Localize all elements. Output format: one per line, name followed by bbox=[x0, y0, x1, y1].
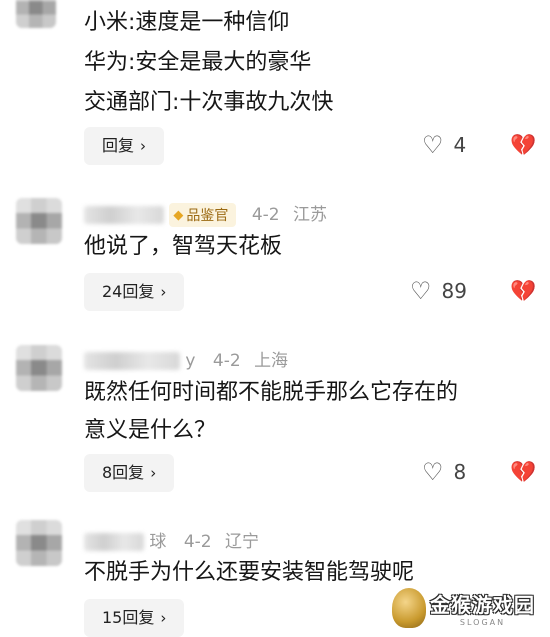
reply-label: 24回复 bbox=[102, 282, 155, 301]
avatar[interactable] bbox=[16, 520, 62, 566]
comment-text-line-3: 交通部门:十次事故九次快 bbox=[84, 90, 334, 115]
like-button[interactable]: ♡ 4 bbox=[422, 133, 466, 157]
status-badge: ◆ 品鉴官 bbox=[169, 203, 237, 227]
broken-heart-icon[interactable]: 💔 bbox=[510, 281, 536, 302]
chevron-right-icon: › bbox=[160, 283, 167, 301]
comment-text: 不脱手为什么还要安装智能驾驶呢 bbox=[84, 560, 415, 585]
comment-date: 4-2 bbox=[251, 205, 280, 225]
heart-outline-icon: ♡ bbox=[422, 458, 444, 486]
chevron-right-icon: › bbox=[140, 137, 147, 155]
like-button[interactable]: ♡ 89 bbox=[410, 279, 467, 303]
comment-date: 4-2 bbox=[212, 351, 241, 371]
comment-text-line-1: 小米:速度是一种信仰 bbox=[84, 10, 290, 35]
avatar[interactable] bbox=[16, 0, 56, 28]
monkey-logo-icon bbox=[392, 588, 426, 628]
watermark-text: 金猴游戏园 bbox=[430, 593, 535, 617]
reply-button[interactable]: 回复 › bbox=[84, 127, 165, 165]
comment-meta: 球 4-2 辽宁 bbox=[84, 527, 259, 552]
chevron-right-icon: › bbox=[150, 464, 157, 482]
comment-text-line-2: 华为:安全是最大的豪华 bbox=[84, 50, 312, 75]
comment-text: 他说了，智驾天花板 bbox=[84, 234, 283, 259]
heart-outline-icon: ♡ bbox=[410, 277, 432, 305]
reply-button[interactable]: 24回复 › bbox=[84, 273, 185, 311]
reply-label: 8回复 bbox=[102, 463, 145, 482]
like-button[interactable]: ♡ 8 bbox=[422, 460, 466, 484]
broken-heart-icon[interactable]: 💔 bbox=[510, 462, 536, 483]
like-count: 4 bbox=[453, 133, 467, 157]
username-tail: y bbox=[185, 351, 196, 371]
reply-label: 15回复 bbox=[102, 608, 155, 627]
comment-text-line-1: 既然任何时间都不能脱手那么它存在的 bbox=[84, 380, 459, 405]
username-blurred[interactable] bbox=[84, 352, 180, 370]
badge-icon: ◆ bbox=[173, 207, 184, 223]
like-count: 8 bbox=[453, 460, 467, 484]
reply-label: 回复 bbox=[102, 136, 135, 155]
reply-button[interactable]: 15回复 › bbox=[84, 599, 185, 637]
comment-location: 辽宁 bbox=[225, 532, 259, 552]
comment-text-line-2: 意义是什么？ bbox=[84, 418, 217, 443]
comment-meta: y 4-2 上海 bbox=[84, 346, 288, 371]
avatar[interactable] bbox=[16, 198, 62, 244]
comment-meta: ◆ 品鉴官 4-2 江苏 bbox=[84, 200, 327, 227]
like-count: 89 bbox=[441, 279, 467, 303]
username-tail: 球 bbox=[149, 532, 167, 552]
comment-location: 江苏 bbox=[293, 205, 327, 225]
heart-outline-icon: ♡ bbox=[422, 131, 444, 159]
reply-button[interactable]: 8回复 › bbox=[84, 454, 175, 492]
watermark-logo: 金猴游戏园 SLOGAN bbox=[392, 585, 542, 631]
comment-location: 上海 bbox=[254, 351, 289, 371]
watermark-sub: SLOGAN bbox=[459, 618, 506, 627]
username-blurred[interactable] bbox=[84, 206, 164, 224]
broken-heart-icon[interactable]: 💔 bbox=[510, 135, 536, 156]
comment-date: 4-2 bbox=[183, 532, 212, 552]
avatar[interactable] bbox=[16, 345, 62, 391]
username-blurred[interactable] bbox=[84, 533, 144, 551]
chevron-right-icon: › bbox=[160, 609, 167, 627]
